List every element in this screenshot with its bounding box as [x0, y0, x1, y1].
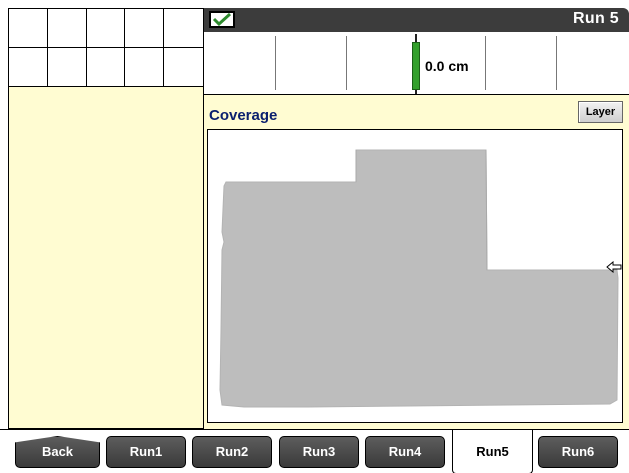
lightbar-tick: [275, 36, 276, 90]
coverage-map[interactable]: [207, 129, 623, 423]
coverage-header: Coverage Layer: [204, 95, 629, 126]
softkey-slot[interactable]: [48, 47, 87, 86]
page-title: Run 5: [573, 10, 619, 27]
softkey-slot[interactable]: [87, 47, 126, 86]
guidance-lightbar: 0.0 cm: [204, 32, 629, 95]
softkey-slot[interactable]: [125, 47, 165, 86]
coverage-title: Coverage: [209, 107, 278, 124]
tab-run1[interactable]: Run1: [106, 436, 186, 468]
offset-value: 0.0 cm: [425, 58, 469, 74]
softkey-grid: [8, 8, 204, 87]
tab-run6[interactable]: Run6: [538, 436, 618, 468]
title-bar: Run 5: [204, 8, 629, 32]
coverage-shape: [219, 149, 619, 408]
run-tab-bar: Back Run1 Run2 Run3 Run4 Run5 Run6: [0, 429, 629, 473]
tab-run5[interactable]: Run5: [452, 430, 533, 473]
layer-button[interactable]: Layer: [578, 101, 623, 123]
softkey-slot[interactable]: [9, 9, 48, 48]
checkmark-icon: [209, 11, 235, 28]
tab-run2[interactable]: Run2: [192, 436, 272, 468]
tab-run4[interactable]: Run4: [365, 436, 445, 468]
softkey-slot[interactable]: [9, 47, 48, 86]
tab-run3[interactable]: Run3: [279, 436, 359, 468]
coverage-map-area: [204, 126, 629, 429]
lightbar-tick: [346, 36, 347, 90]
softkey-slot[interactable]: [164, 9, 203, 48]
softkey-slot[interactable]: [125, 9, 165, 48]
back-button[interactable]: Back: [15, 436, 100, 468]
softkey-slot[interactable]: [47, 9, 87, 48]
lightbar-tick: [556, 36, 557, 90]
arrow-left-icon: [606, 261, 622, 273]
left-info-panel: [8, 87, 204, 429]
softkey-slot[interactable]: [86, 9, 126, 48]
softkey-slot[interactable]: [164, 48, 203, 87]
lightbar-tick: [485, 36, 486, 90]
offset-marker: [412, 42, 420, 90]
